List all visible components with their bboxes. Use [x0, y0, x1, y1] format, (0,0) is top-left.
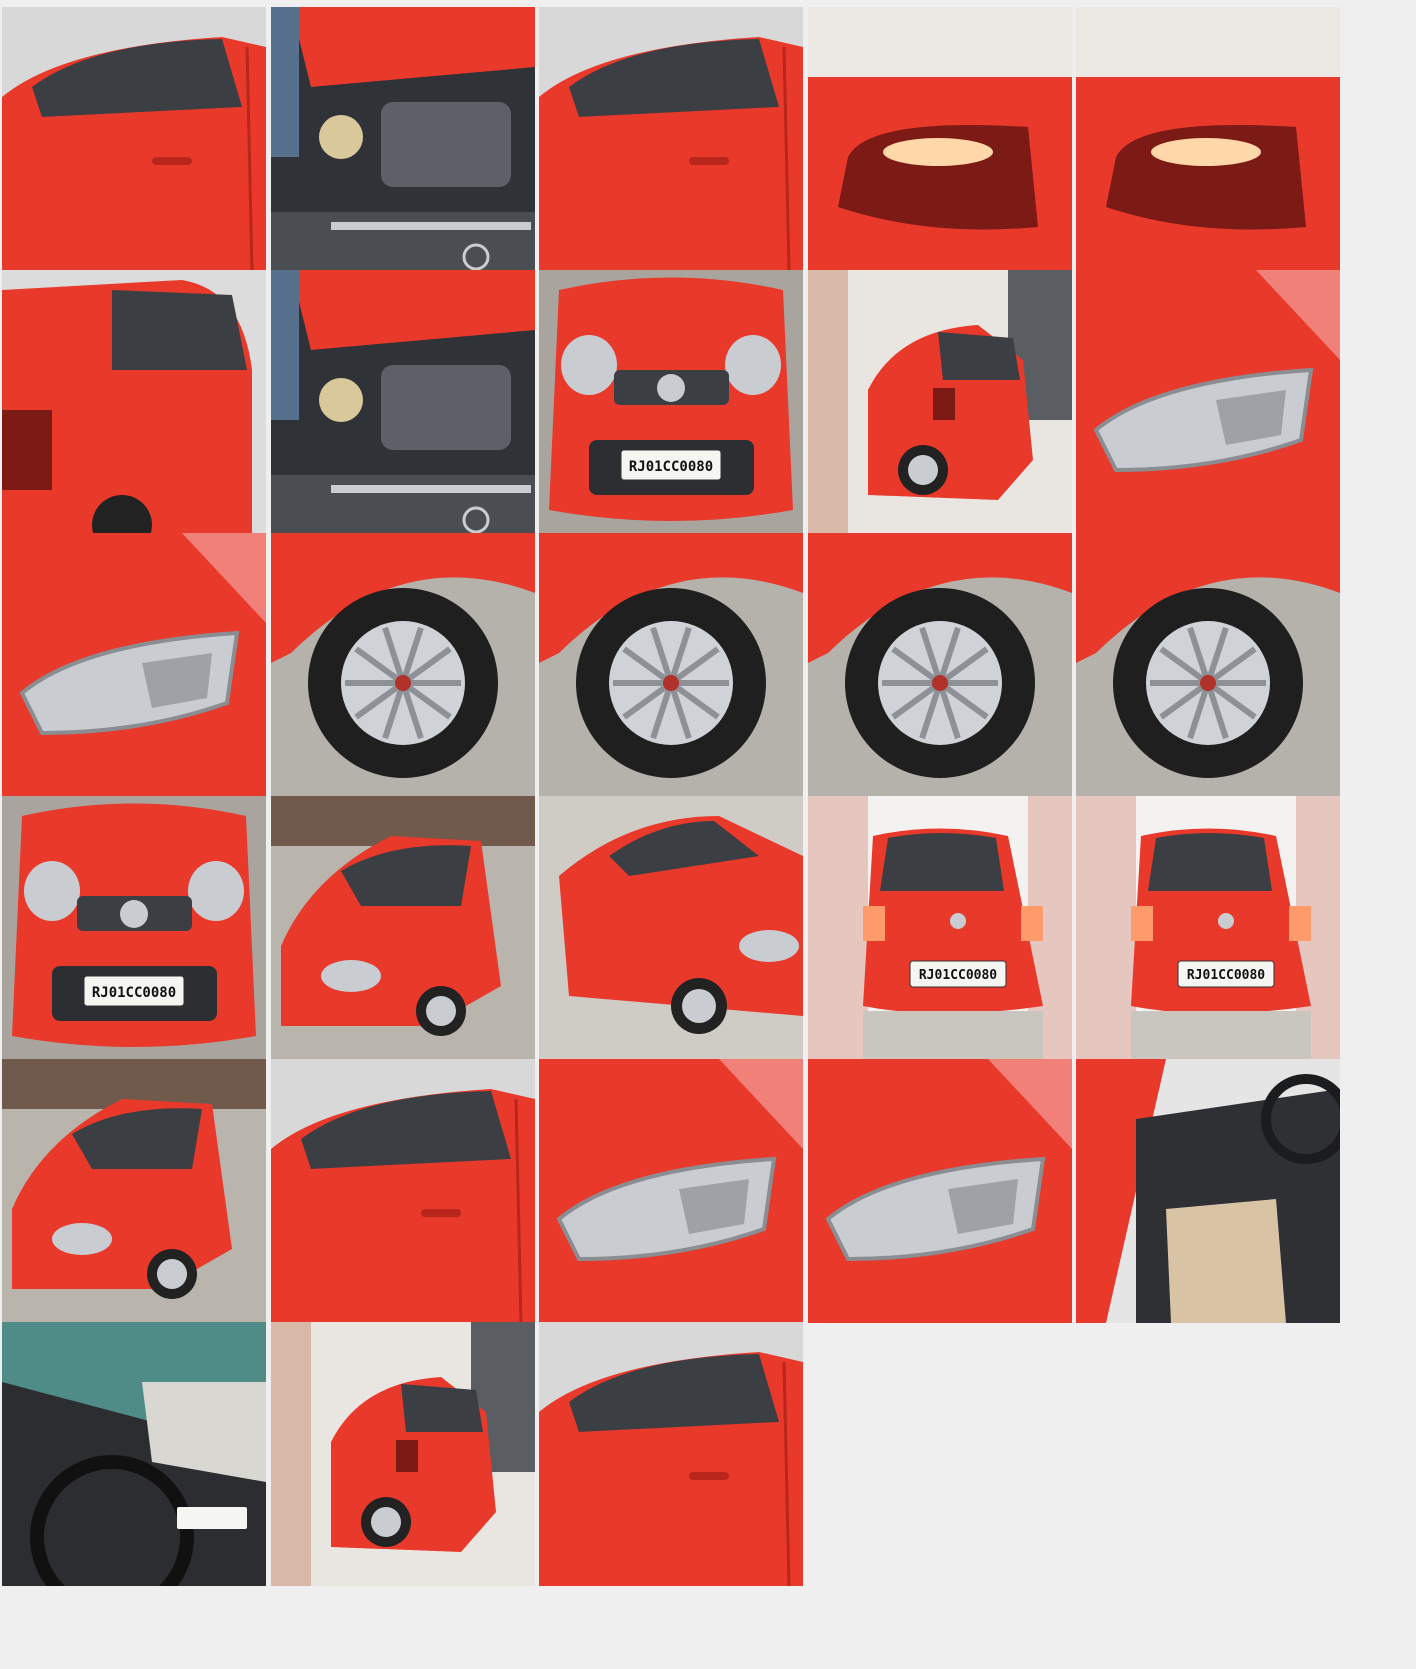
- car-photo-front-three-quarter: [271, 796, 535, 1060]
- car-photo-wheel: [271, 533, 535, 797]
- car-photo-wheel: [539, 533, 803, 797]
- license-plate-text: RJ01CC0080: [919, 968, 997, 983]
- photo-thumbnail-rear-quarter[interactable]: [2, 270, 266, 534]
- car-photo-wheel: [808, 533, 1072, 797]
- photo-thumbnail-rear[interactable]: RJ01CC0080: [808, 796, 1072, 1060]
- photo-thumbnail-interior[interactable]: [1076, 1059, 1340, 1323]
- car-photo-side-three-quarter: [539, 796, 803, 1060]
- car-photo-rear-three-quarter: [271, 1322, 535, 1586]
- car-photo-engine: [271, 7, 535, 271]
- photo-thumbnail-dashboard[interactable]: [2, 1322, 266, 1586]
- photo-thumbnail-headlight[interactable]: [539, 1059, 803, 1323]
- license-plate-text: RJ01CC0080: [1187, 968, 1265, 983]
- photo-thumbnail-taillight[interactable]: [808, 7, 1072, 271]
- car-photo-headlight: [2, 533, 266, 797]
- car-photo-door-side: [271, 1059, 535, 1323]
- photo-thumbnail-wheel[interactable]: [539, 533, 803, 797]
- car-photo-front: RJ01CC0080: [539, 270, 803, 534]
- car-photo-headlight: [539, 1059, 803, 1323]
- car-photo-taillight: [1076, 7, 1340, 271]
- photo-thumbnail-headlight[interactable]: [2, 533, 266, 797]
- photo-thumbnail-headlight[interactable]: [1076, 270, 1340, 534]
- photo-thumbnail-headlight[interactable]: [808, 1059, 1072, 1323]
- photo-thumbnail-wheel[interactable]: [808, 533, 1072, 797]
- car-photo-dashboard: [2, 1322, 266, 1586]
- photo-thumbnail-wheel[interactable]: [1076, 533, 1340, 797]
- photo-thumbnail-door-side[interactable]: [271, 1059, 535, 1323]
- photo-thumbnail-front[interactable]: RJ01CC0080: [539, 270, 803, 534]
- car-photo-rear-three-quarter: [808, 270, 1072, 534]
- photo-thumbnail-side-three-quarter[interactable]: [539, 796, 803, 1060]
- photo-thumbnail-engine[interactable]: [271, 270, 535, 534]
- car-photo-taillight: [808, 7, 1072, 271]
- photo-thumbnail-front[interactable]: RJ01CC0080: [2, 796, 266, 1060]
- photo-thumbnail-door-side[interactable]: [539, 7, 803, 271]
- car-photo-interior: [1076, 1059, 1340, 1323]
- license-plate-text: RJ01CC0080: [629, 459, 713, 475]
- photo-thumbnail-taillight[interactable]: [1076, 7, 1340, 271]
- car-photo-engine: [271, 270, 535, 534]
- photo-thumbnail-door-side[interactable]: [2, 7, 266, 271]
- photo-thumbnail-rear-three-quarter[interactable]: [808, 270, 1072, 534]
- photo-thumbnail-wheel[interactable]: [271, 533, 535, 797]
- car-photo-headlight: [808, 1059, 1072, 1323]
- car-photo-rear-quarter: [2, 270, 266, 534]
- car-photo-front: RJ01CC0080: [2, 796, 266, 1060]
- photo-thumbnail-front-three-quarter[interactable]: [271, 796, 535, 1060]
- photo-thumbnail-front-three-quarter[interactable]: [2, 1059, 266, 1323]
- car-photo-front-three-quarter: [2, 1059, 266, 1323]
- car-photo-wheel: [1076, 533, 1340, 797]
- license-plate-text: RJ01CC0080: [92, 985, 176, 1001]
- photo-thumbnail-door-side[interactable]: [539, 1322, 803, 1586]
- photo-thumbnail-rear[interactable]: RJ01CC0080: [1076, 796, 1340, 1060]
- car-photo-rear: RJ01CC0080: [808, 796, 1072, 1060]
- car-photo-headlight: [1076, 270, 1340, 534]
- photo-thumbnail-rear-three-quarter[interactable]: [271, 1322, 535, 1586]
- photo-thumbnail-engine[interactable]: [271, 7, 535, 271]
- car-photo-door-side: [539, 1322, 803, 1586]
- car-photo-rear: RJ01CC0080: [1076, 796, 1340, 1060]
- car-photo-door-side: [539, 7, 803, 271]
- car-photo-door-side: [2, 7, 266, 271]
- photo-gallery: RJ01CC0080 RJ01CC0080 RJ01CC0080 RJ01CC0080: [0, 0, 1416, 1669]
